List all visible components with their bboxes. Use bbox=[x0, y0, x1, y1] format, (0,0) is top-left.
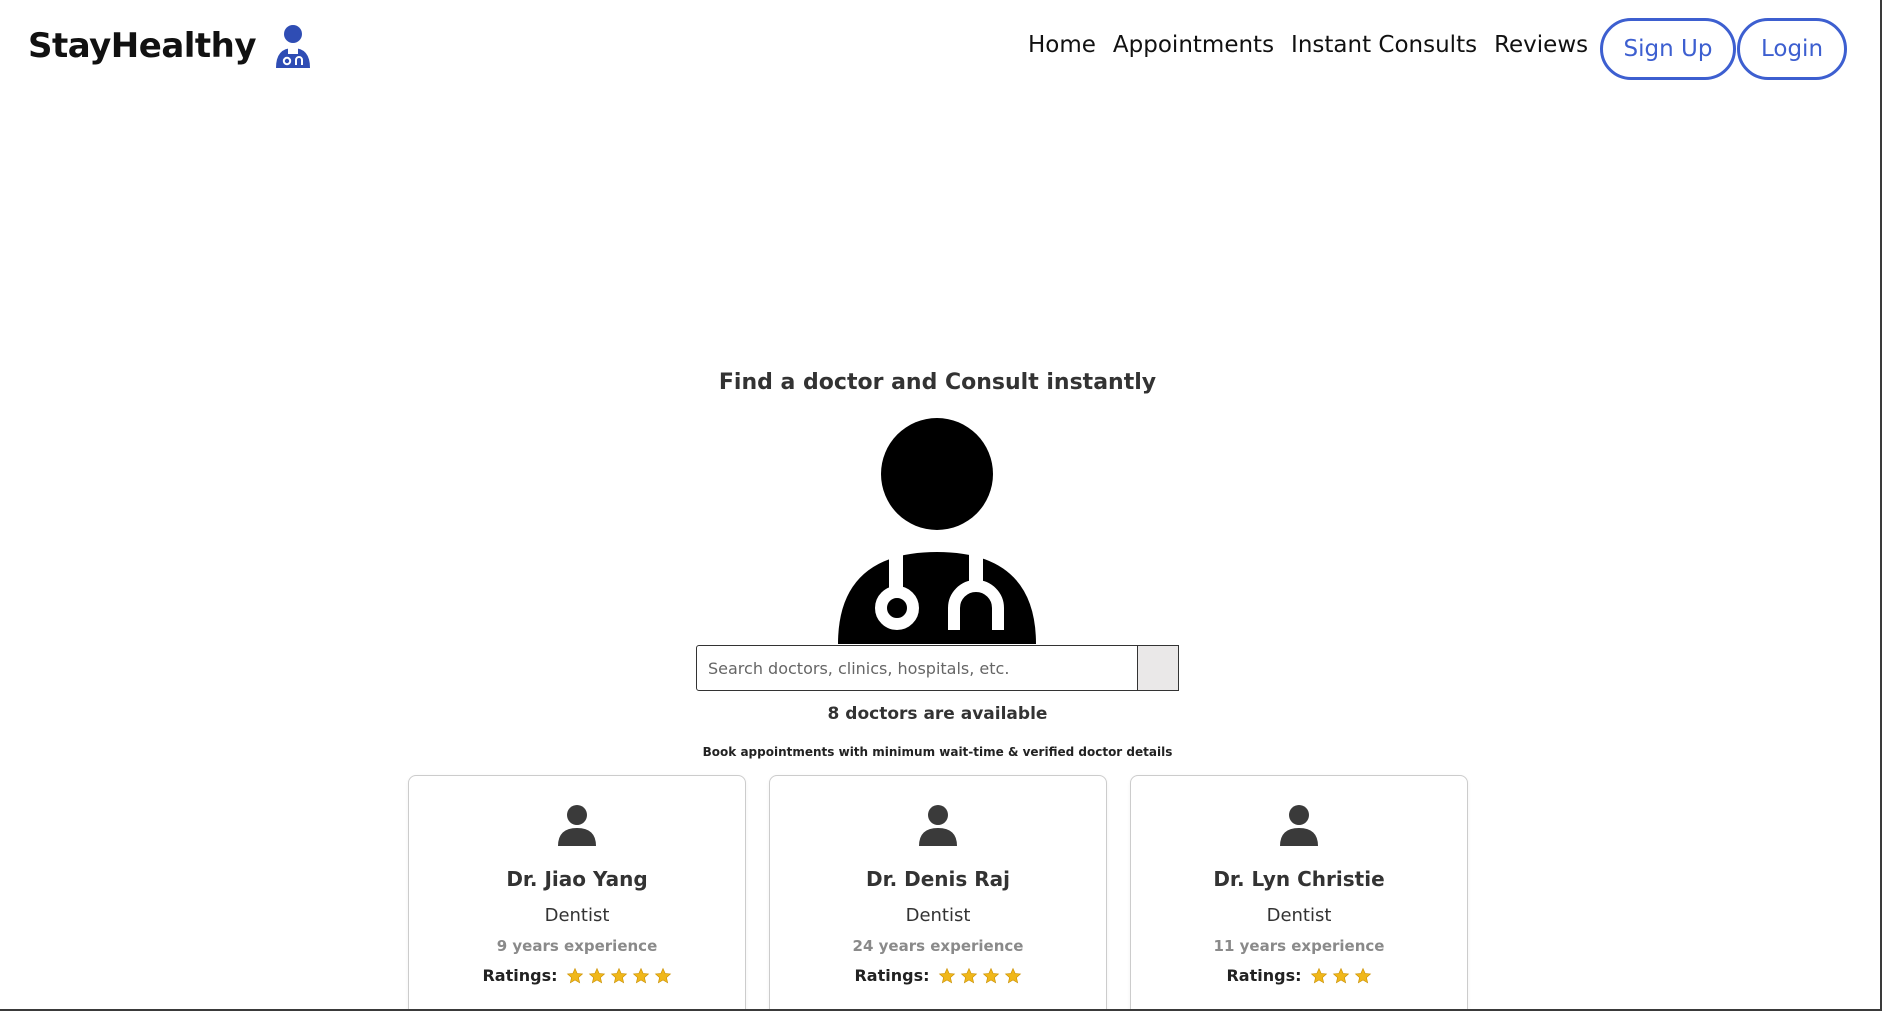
nav-link-home[interactable]: Home bbox=[1028, 32, 1096, 58]
doctor-with-stethoscope-icon bbox=[838, 418, 1036, 644]
doctor-cards: Dr. Jiao Yang Dentist 9 years experience… bbox=[408, 775, 1468, 1011]
star-icon bbox=[960, 967, 977, 983]
star-icon bbox=[1310, 967, 1327, 983]
user-avatar-icon bbox=[558, 805, 596, 846]
ratings-label: Ratings: bbox=[482, 966, 558, 985]
star-icon bbox=[1332, 967, 1349, 983]
doctor-icon bbox=[276, 25, 311, 68]
doctor-experience: 24 years experience bbox=[852, 937, 1024, 955]
nav-link-instant-consults[interactable]: Instant Consults bbox=[1291, 32, 1477, 58]
nav-link-appointments[interactable]: Appointments bbox=[1113, 32, 1274, 58]
available-count: 8 doctors are available bbox=[827, 704, 1048, 724]
signup-button[interactable]: Sign Up bbox=[1600, 18, 1736, 80]
doctor-name: Dr. Lyn Christie bbox=[1213, 867, 1385, 891]
doctor-experience: 11 years experience bbox=[1213, 937, 1385, 955]
nav-link-reviews[interactable]: Reviews bbox=[1494, 32, 1588, 58]
star-icon bbox=[566, 967, 583, 983]
star-icon bbox=[1004, 967, 1021, 983]
doctor-specialty: Dentist bbox=[905, 905, 971, 926]
brand-title: StayHealthy bbox=[28, 26, 257, 66]
star-icon bbox=[654, 967, 671, 983]
hero-heading: Find a doctor and Consult instantly bbox=[718, 370, 1157, 395]
doctor-name: Dr. Jiao Yang bbox=[506, 867, 648, 891]
star-rating bbox=[566, 967, 672, 985]
ratings-label: Ratings: bbox=[854, 966, 930, 985]
star-icon bbox=[588, 967, 605, 983]
search-button[interactable] bbox=[1138, 645, 1179, 691]
navbar: StayHealthy Home Appointments Instant Co… bbox=[0, 0, 1882, 100]
doctor-experience: 9 years experience bbox=[496, 937, 658, 955]
user-avatar-icon bbox=[919, 805, 957, 846]
star-icon bbox=[610, 967, 627, 983]
hero: Find a doctor and Consult instantly bbox=[0, 370, 1875, 395]
doctor-specialty: Dentist bbox=[544, 905, 610, 926]
doctor-ratings: Ratings: bbox=[409, 966, 745, 985]
star-rating bbox=[1310, 967, 1372, 985]
doctor-name: Dr. Denis Raj bbox=[865, 867, 1011, 891]
doctor-card[interactable]: Dr. Lyn Christie Dentist 11 years experi… bbox=[1130, 775, 1468, 1011]
doctor-card[interactable]: Dr. Denis Raj Dentist 24 years experienc… bbox=[769, 775, 1107, 1011]
star-icon bbox=[982, 967, 999, 983]
nav-links: Home Appointments Instant Consults Revie… bbox=[1028, 32, 1588, 58]
user-avatar-icon bbox=[1280, 805, 1318, 846]
star-icon bbox=[938, 967, 955, 983]
star-icon bbox=[1354, 967, 1371, 983]
ratings-label: Ratings: bbox=[1226, 966, 1302, 985]
search-input[interactable] bbox=[696, 645, 1138, 691]
doctor-ratings: Ratings: bbox=[770, 966, 1106, 985]
doctor-card[interactable]: Dr. Jiao Yang Dentist 9 years experience… bbox=[408, 775, 746, 1011]
star-icon bbox=[632, 967, 649, 983]
doctor-ratings: Ratings: bbox=[1131, 966, 1467, 985]
star-rating bbox=[938, 967, 1022, 985]
doctor-specialty: Dentist bbox=[1266, 905, 1332, 926]
brand[interactable]: StayHealthy bbox=[28, 24, 312, 68]
login-button[interactable]: Login bbox=[1737, 18, 1847, 80]
search-bar bbox=[696, 645, 1179, 691]
sub-text: Book appointments with minimum wait-time… bbox=[702, 745, 1173, 759]
